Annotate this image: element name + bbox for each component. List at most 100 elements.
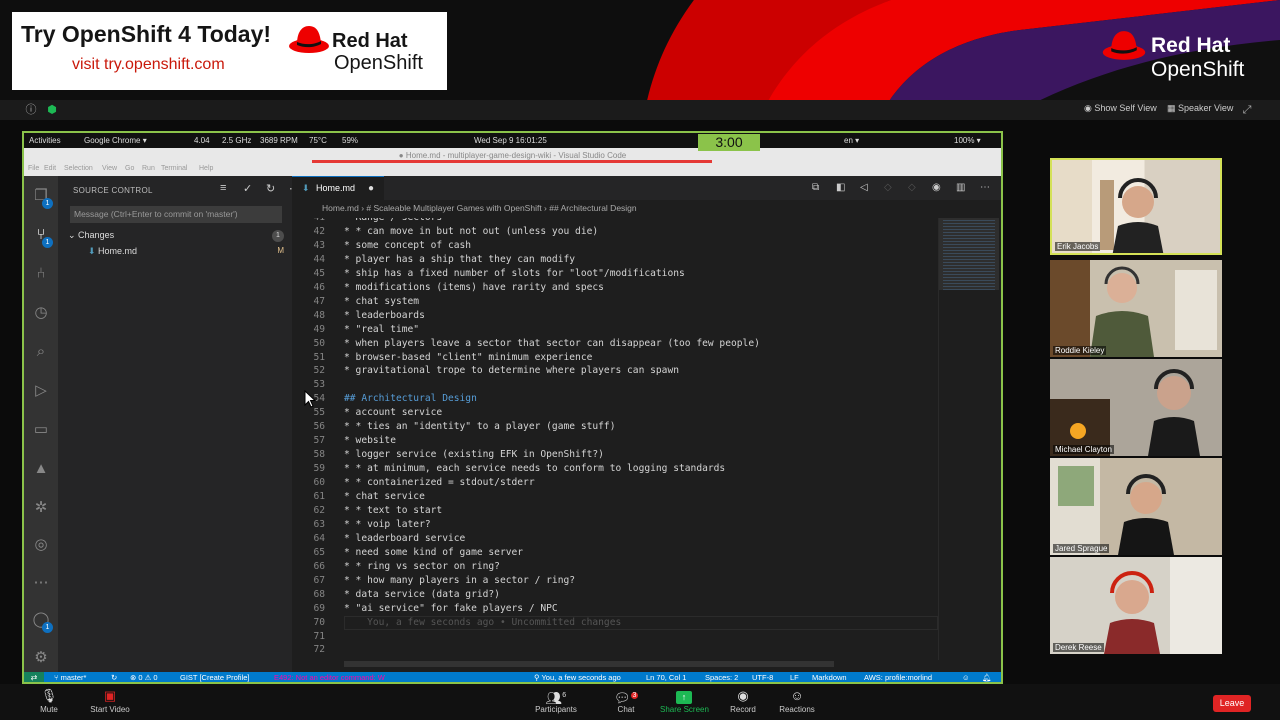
chat-button[interactable]: 💬︎ 3 Chat	[614, 687, 639, 714]
git-graph-icon[interactable]: ⑃	[29, 262, 53, 286]
code-line[interactable]: * modifications (items) have rarity and …	[344, 282, 604, 293]
clock[interactable]: Wed Sep 9 16:01:25	[474, 136, 547, 145]
code-line[interactable]: * "real time"	[344, 324, 419, 335]
docker-icon[interactable]: ▲	[29, 457, 53, 481]
code-line[interactable]: * chat service	[344, 491, 425, 502]
editor-more-icon[interactable]: ⋯	[980, 182, 990, 193]
code-line[interactable]: * leaderboards	[344, 310, 425, 321]
start-video-button[interactable]: ▣ Start Video	[88, 687, 132, 714]
refresh-icon[interactable]: ↻	[266, 182, 275, 195]
tab-home-md[interactable]: ⬇ Home.md ●	[292, 176, 384, 200]
gist-status[interactable]: GIST [Create Profile]	[180, 673, 249, 682]
preview-icon[interactable]: ◧	[836, 182, 845, 193]
commit-message-input[interactable]: Message (Ctrl+Enter to commit on 'master…	[70, 206, 282, 223]
menu-view[interactable]: View	[102, 165, 117, 172]
code-line[interactable]: * "ai service" for fake players / NPC	[344, 603, 558, 614]
search-icon[interactable]: ⌕	[29, 340, 53, 364]
timeline-icon[interactable]: ◷	[29, 301, 53, 325]
participant-tile[interactable]: Jared Sprague	[1050, 458, 1222, 555]
more-icon[interactable]: ⋯	[29, 571, 53, 595]
code-line[interactable]: * Range / sectors	[344, 218, 442, 223]
menu-run[interactable]: Run	[142, 165, 155, 172]
code-line[interactable]: * data service (data grid?)	[344, 589, 500, 600]
participant-tile[interactable]: Michael Clayton	[1050, 359, 1222, 456]
share-screen-button[interactable]: ↑ Share Screen	[660, 687, 709, 714]
open-changes-icon[interactable]: ⧉	[812, 182, 819, 193]
code-line[interactable]: * logger service (existing EFK in OpenSh…	[344, 449, 604, 460]
promo-card[interactable]: Try OpenShift 4 Today! visit try.openshi…	[12, 12, 447, 90]
end-of-line[interactable]: LF	[790, 673, 799, 682]
next-change-icon[interactable]: ◇	[884, 182, 892, 193]
mute-button[interactable]: 🎙︎ Mute	[36, 687, 62, 714]
minimap[interactable]	[938, 218, 1001, 660]
code-line[interactable]: * * ties an "identity" to a player (game…	[344, 421, 615, 432]
notifications-bell-icon[interactable]: 🔔︎	[982, 673, 992, 682]
cursor-position[interactable]: Ln 70, Col 1	[646, 673, 686, 682]
code-line[interactable]: * * text to start	[344, 505, 442, 516]
app-menu[interactable]: Google Chrome ▾	[84, 136, 147, 145]
language-mode[interactable]: Markdown	[812, 673, 847, 682]
git-blame[interactable]: ⚲ You, a few seconds ago	[534, 673, 621, 682]
code-line[interactable]: ## Architectural Design	[344, 393, 477, 404]
code-line[interactable]: * browser-based "client" minimum experie…	[344, 352, 592, 363]
code-line[interactable]: * * ring vs sector on ring?	[344, 561, 500, 572]
view-as-tree-icon[interactable]: ≡	[220, 182, 226, 194]
participant-tile[interactable]: Derek Reese	[1050, 557, 1222, 654]
promo-link[interactable]: visit try.openshift.com	[72, 56, 225, 74]
reactions-button[interactable]: ☺ Reactions	[778, 687, 816, 714]
battery-indicator[interactable]: 100% ▾	[954, 136, 981, 145]
code-line[interactable]: * * containerized = stdout/stderr	[344, 477, 535, 488]
run-debug-icon[interactable]: ▷	[29, 379, 53, 403]
code-line[interactable]: * when players leave a sector that secto…	[344, 338, 760, 349]
info-icon[interactable]: ⓘ	[24, 103, 38, 117]
remote-indicator-icon[interactable]: ⇄	[24, 672, 44, 682]
changed-file-item[interactable]: ⬇ Home.md M	[88, 246, 284, 260]
code-line[interactable]: * * how many players in a sector / ring?	[344, 575, 575, 586]
code-line[interactable]: * some concept of cash	[344, 240, 471, 251]
code-line[interactable]: * * can move in but not out (unless you …	[344, 226, 598, 237]
code-line[interactable]: * player has a ship that they can modify	[344, 254, 575, 265]
menu-go[interactable]: Go	[125, 165, 134, 172]
record-button[interactable]: ◉ Record	[728, 687, 758, 714]
code-line[interactable]: * gravitational trope to determine where…	[344, 365, 679, 376]
menu-selection[interactable]: Selection	[64, 165, 93, 172]
horizontal-scrollbar[interactable]	[344, 661, 834, 667]
previous-change-icon[interactable]: ◁	[860, 182, 868, 193]
activities-button[interactable]: Activities	[29, 136, 61, 145]
menu-help[interactable]: Help	[199, 165, 213, 172]
show-self-view-button[interactable]: ◉ Show Self View	[1084, 103, 1157, 114]
code-line[interactable]: * leaderboard service	[344, 533, 465, 544]
remote-explorer-icon[interactable]: ▭	[29, 418, 53, 442]
encoding[interactable]: UTF-8	[752, 673, 773, 682]
breadcrumb[interactable]: Home.md › # Scaleable Multiplayer Games …	[292, 200, 1001, 218]
code-line[interactable]: * * voip later?	[344, 519, 431, 530]
code-line[interactable]: * website	[344, 435, 396, 446]
security-shield-icon[interactable]: ⬢	[45, 103, 59, 117]
speaker-view-button[interactable]: ▦ Speaker View	[1167, 103, 1233, 114]
unsaved-dot-icon[interactable]: ●	[368, 183, 374, 194]
menu-edit[interactable]: Edit	[44, 165, 56, 172]
git-blame-inline[interactable]: You, a few seconds ago • Uncommitted cha…	[344, 617, 621, 628]
code-line[interactable]: * chat system	[344, 296, 419, 307]
sync-icon[interactable]: ↻	[111, 673, 117, 682]
revert-icon[interactable]: ◇	[908, 182, 916, 193]
code-line[interactable]: * * at minimum, each service needs to co…	[344, 463, 725, 474]
split-editor-icon[interactable]: ▥	[956, 182, 965, 193]
indentation[interactable]: Spaces: 2	[705, 673, 738, 682]
code-editor[interactable]: 41 * Range / sectors 42 * * can move in but…	[292, 218, 938, 660]
language-selector[interactable]: en ▾	[844, 136, 859, 145]
openshift-icon[interactable]: ◎	[29, 533, 53, 557]
participant-tile[interactable]: Roddie Kieley	[1050, 260, 1222, 357]
participants-button[interactable]: 👥︎6 Participants	[534, 687, 578, 714]
open-file-icon[interactable]: ◉	[932, 182, 941, 193]
code-line[interactable]: * account service	[344, 407, 442, 418]
git-branch[interactable]: ⑂ master*	[54, 673, 86, 682]
commit-check-icon[interactable]: ✓	[243, 182, 252, 195]
problems-indicator[interactable]: ⊗ 0 ⚠ 0	[130, 673, 158, 682]
fullscreen-icon[interactable]: ⤢	[1240, 103, 1254, 117]
aws-profile[interactable]: AWS: profile:morlind	[864, 673, 932, 682]
menu-file[interactable]: File	[28, 165, 39, 172]
kubernetes-icon[interactable]: ✲	[29, 496, 53, 520]
changes-group[interactable]: ⌄ Changes 1	[68, 230, 284, 244]
menu-terminal[interactable]: Terminal	[161, 165, 187, 172]
